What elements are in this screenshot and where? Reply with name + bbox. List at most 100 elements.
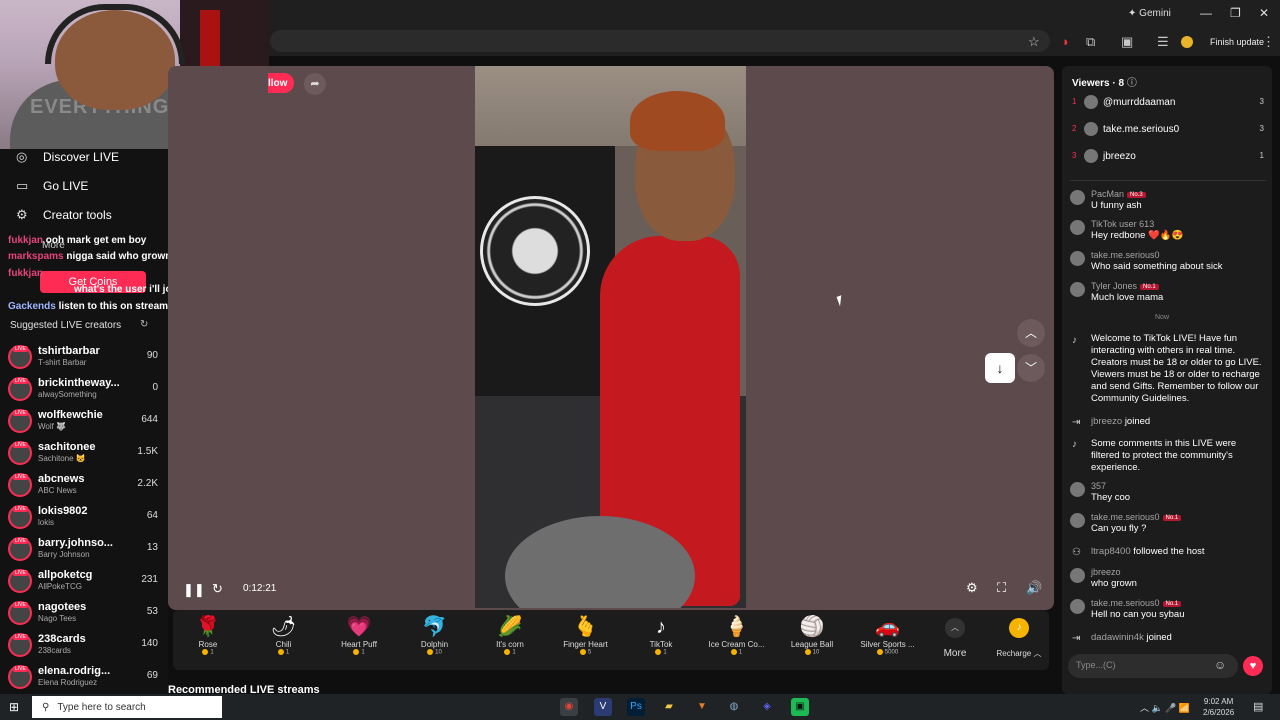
rank-badge: No.1 (1162, 514, 1182, 521)
refresh-player-icon[interactable]: ↻ (212, 581, 223, 597)
follow-button[interactable]: llow (268, 73, 294, 93)
avatar[interactable] (1070, 599, 1085, 614)
heart-gift-button[interactable]: ♥ (1243, 656, 1263, 676)
next-stream-button[interactable]: ﹀ (1017, 354, 1045, 382)
chrome-icon[interactable]: ◉ (560, 698, 578, 716)
photoshop-icon[interactable]: Ps (627, 698, 645, 716)
chat-user[interactable]: Tyler Jones No.1 (1091, 281, 1159, 291)
gift-item[interactable]: 🏐 League Ball 10 (777, 614, 847, 664)
chat-user[interactable]: 357 (1091, 481, 1106, 491)
gift-item[interactable]: 🚗 Silver Sports ... 5000 (853, 614, 923, 664)
gift-item[interactable]: 🌹 Rose 1 (173, 614, 243, 664)
windows-start-icon[interactable]: ⊞ (9, 700, 19, 714)
chat-user[interactable]: PacMan No.3 (1091, 189, 1146, 199)
file-explorer-icon[interactable]: ▰ (660, 698, 678, 716)
headset (45, 4, 185, 64)
tray-icons[interactable]: ︿ 🔈 🎤 📶 (1140, 701, 1190, 714)
avatar[interactable] (1070, 482, 1085, 497)
app-icon[interactable]: ▣ (791, 698, 809, 716)
gift-item[interactable]: 🌽 It's corn 1 (475, 614, 545, 664)
extensions-puzzle-icon[interactable]: ⧉ (1086, 35, 1095, 49)
gift-item[interactable]: 🍦 Ice Cream Co... 1 (702, 614, 772, 664)
creator-name: tshirtbarbar (38, 345, 100, 357)
chat-user[interactable]: take.me.serious0 No.1 (1091, 512, 1182, 522)
creator-sub: alwaySomething (38, 390, 97, 399)
vegas-icon[interactable]: V (594, 698, 612, 716)
restore-icon[interactable]: ❐ (1230, 6, 1241, 20)
gift-item[interactable]: 🫰 Finger Heart 5 (551, 614, 621, 664)
chat-user[interactable]: take.me.serious0 No.1 (1091, 598, 1182, 608)
live-badge: LIVE (13, 410, 28, 416)
minimize-icon[interactable]: — (1200, 6, 1212, 20)
suggested-creator[interactable]: LIVE sachitonee Sachitone 😺 1.5K (8, 439, 158, 467)
close-icon[interactable]: ✕ (1259, 6, 1269, 20)
avatar[interactable] (1070, 190, 1085, 205)
star-icon[interactable]: ☆ (1028, 35, 1040, 49)
avatar[interactable] (1070, 251, 1085, 266)
nav-discover-live[interactable]: ◎ Discover LIVE (16, 147, 119, 167)
suggested-creator[interactable]: LIVE lokis9802 lokis 64 (8, 503, 158, 531)
avatar[interactable] (1070, 220, 1085, 235)
refresh-icon[interactable]: ↻ (140, 319, 148, 330)
share-icon[interactable]: ➦ (304, 73, 326, 95)
cast-icon[interactable]: ▣ (1121, 35, 1133, 49)
previous-stream-button[interactable]: ︿ (1017, 319, 1045, 347)
finish-update-button[interactable]: Finish update (1210, 37, 1264, 47)
taskbar-search[interactable]: ⚲ Type here to search (32, 696, 222, 718)
suggested-creator[interactable]: LIVE abcnews ABC News 2.2K (8, 471, 158, 499)
suggested-creator[interactable]: LIVE brickintheway... alwaySomething 0 (8, 375, 158, 403)
creator-sub: lokis (38, 518, 55, 527)
chat-user[interactable]: TikTok user 613 (1091, 219, 1154, 229)
volume-icon[interactable]: 🔊 (1026, 580, 1042, 596)
suggested-creator[interactable]: LIVE tshirtbarbar T-shirt Barbar 90 (8, 343, 158, 371)
download-icon[interactable]: ↓ (985, 353, 1015, 383)
chat-user[interactable]: take.me.serious0 (1091, 250, 1160, 260)
taskbar-clock[interactable]: 9:02 AM 2/6/2026 (1203, 696, 1234, 718)
suggested-creator[interactable]: LIVE wolfkewchie Wolf 🐺 644 (8, 407, 158, 435)
nav-go-live[interactable]: ▭ Go LIVE (16, 176, 88, 196)
suggested-creator[interactable]: LIVE elena.rodrig... Elena Rodriguez 69 (8, 663, 158, 691)
profile-avatar[interactable] (1181, 36, 1193, 48)
kebab-menu-icon[interactable]: ⋮ (1262, 35, 1275, 49)
live-badge: LIVE (13, 538, 28, 544)
viewer-rank: 2 (1072, 124, 1077, 133)
suggested-creator[interactable]: LIVE nagotees Nago Tees 53 (8, 599, 158, 627)
fullscreen-icon[interactable]: ⛶ (997, 580, 1006, 596)
extension-icon[interactable]: ◗ (1062, 35, 1070, 49)
nav-creator-tools[interactable]: ⚙ Creator tools (16, 205, 112, 225)
suggested-creator[interactable]: LIVE barry.johnso... Barry Johnson 13 (8, 535, 158, 563)
pause-icon[interactable]: ❚❚ (183, 582, 205, 598)
viewer-row[interactable]: 1 @murrddaaman 3 (1070, 94, 1266, 112)
gemini-button[interactable]: ✦ Gemini (1128, 8, 1171, 19)
suggested-creator[interactable]: LIVE allpoketcg AllPokeTCG 231 (8, 567, 158, 595)
viewer-row[interactable]: 3 jbreezo 1 (1070, 148, 1266, 166)
follow-event-icon: ⚇ (1072, 547, 1081, 558)
follow-user[interactable]: ltrap8400 (1091, 546, 1131, 557)
chat-user[interactable]: jbreezo (1091, 567, 1121, 577)
join-user[interactable]: jbreezo (1091, 416, 1122, 427)
avatar[interactable] (1070, 282, 1085, 297)
avatar[interactable] (1070, 568, 1085, 583)
discord-icon[interactable]: ◈ (758, 698, 776, 716)
reading-list-icon[interactable]: ☰ (1157, 35, 1169, 49)
info-icon[interactable]: ⓘ (1127, 78, 1137, 89)
steam-icon[interactable]: ◍ (725, 698, 743, 716)
follow-action: followed the host (1133, 546, 1205, 557)
suggested-creator[interactable]: LIVE 238cards 238cards 140 (8, 631, 158, 659)
more-label: More (943, 648, 967, 659)
gift-item[interactable]: 💗 Heart Puff 1 (324, 614, 394, 664)
settings-icon[interactable]: ⚙ (966, 580, 978, 596)
join-user[interactable]: dadawinin4k (1091, 632, 1144, 643)
notification-icon[interactable]: ▤ (1253, 700, 1263, 713)
chat-input[interactable]: Type...(C) (1068, 654, 1238, 678)
gift-item[interactable]: 🐬 Dolphin 10 (400, 614, 470, 664)
carrot-icon[interactable]: ▼ (693, 698, 711, 716)
creator-sub: ABC News (38, 486, 77, 495)
address-field[interactable] (270, 30, 1050, 52)
avatar[interactable] (1070, 513, 1085, 528)
gift-item[interactable]: 🌶 Chili 1 (249, 614, 319, 664)
gift-item[interactable]: ♪ TikTok 1 (626, 614, 696, 664)
emoji-icon[interactable]: ☺ (1214, 658, 1226, 672)
viewer-row[interactable]: 2 take.me.serious0 3 (1070, 121, 1266, 139)
gift-price: 1 (173, 649, 243, 656)
